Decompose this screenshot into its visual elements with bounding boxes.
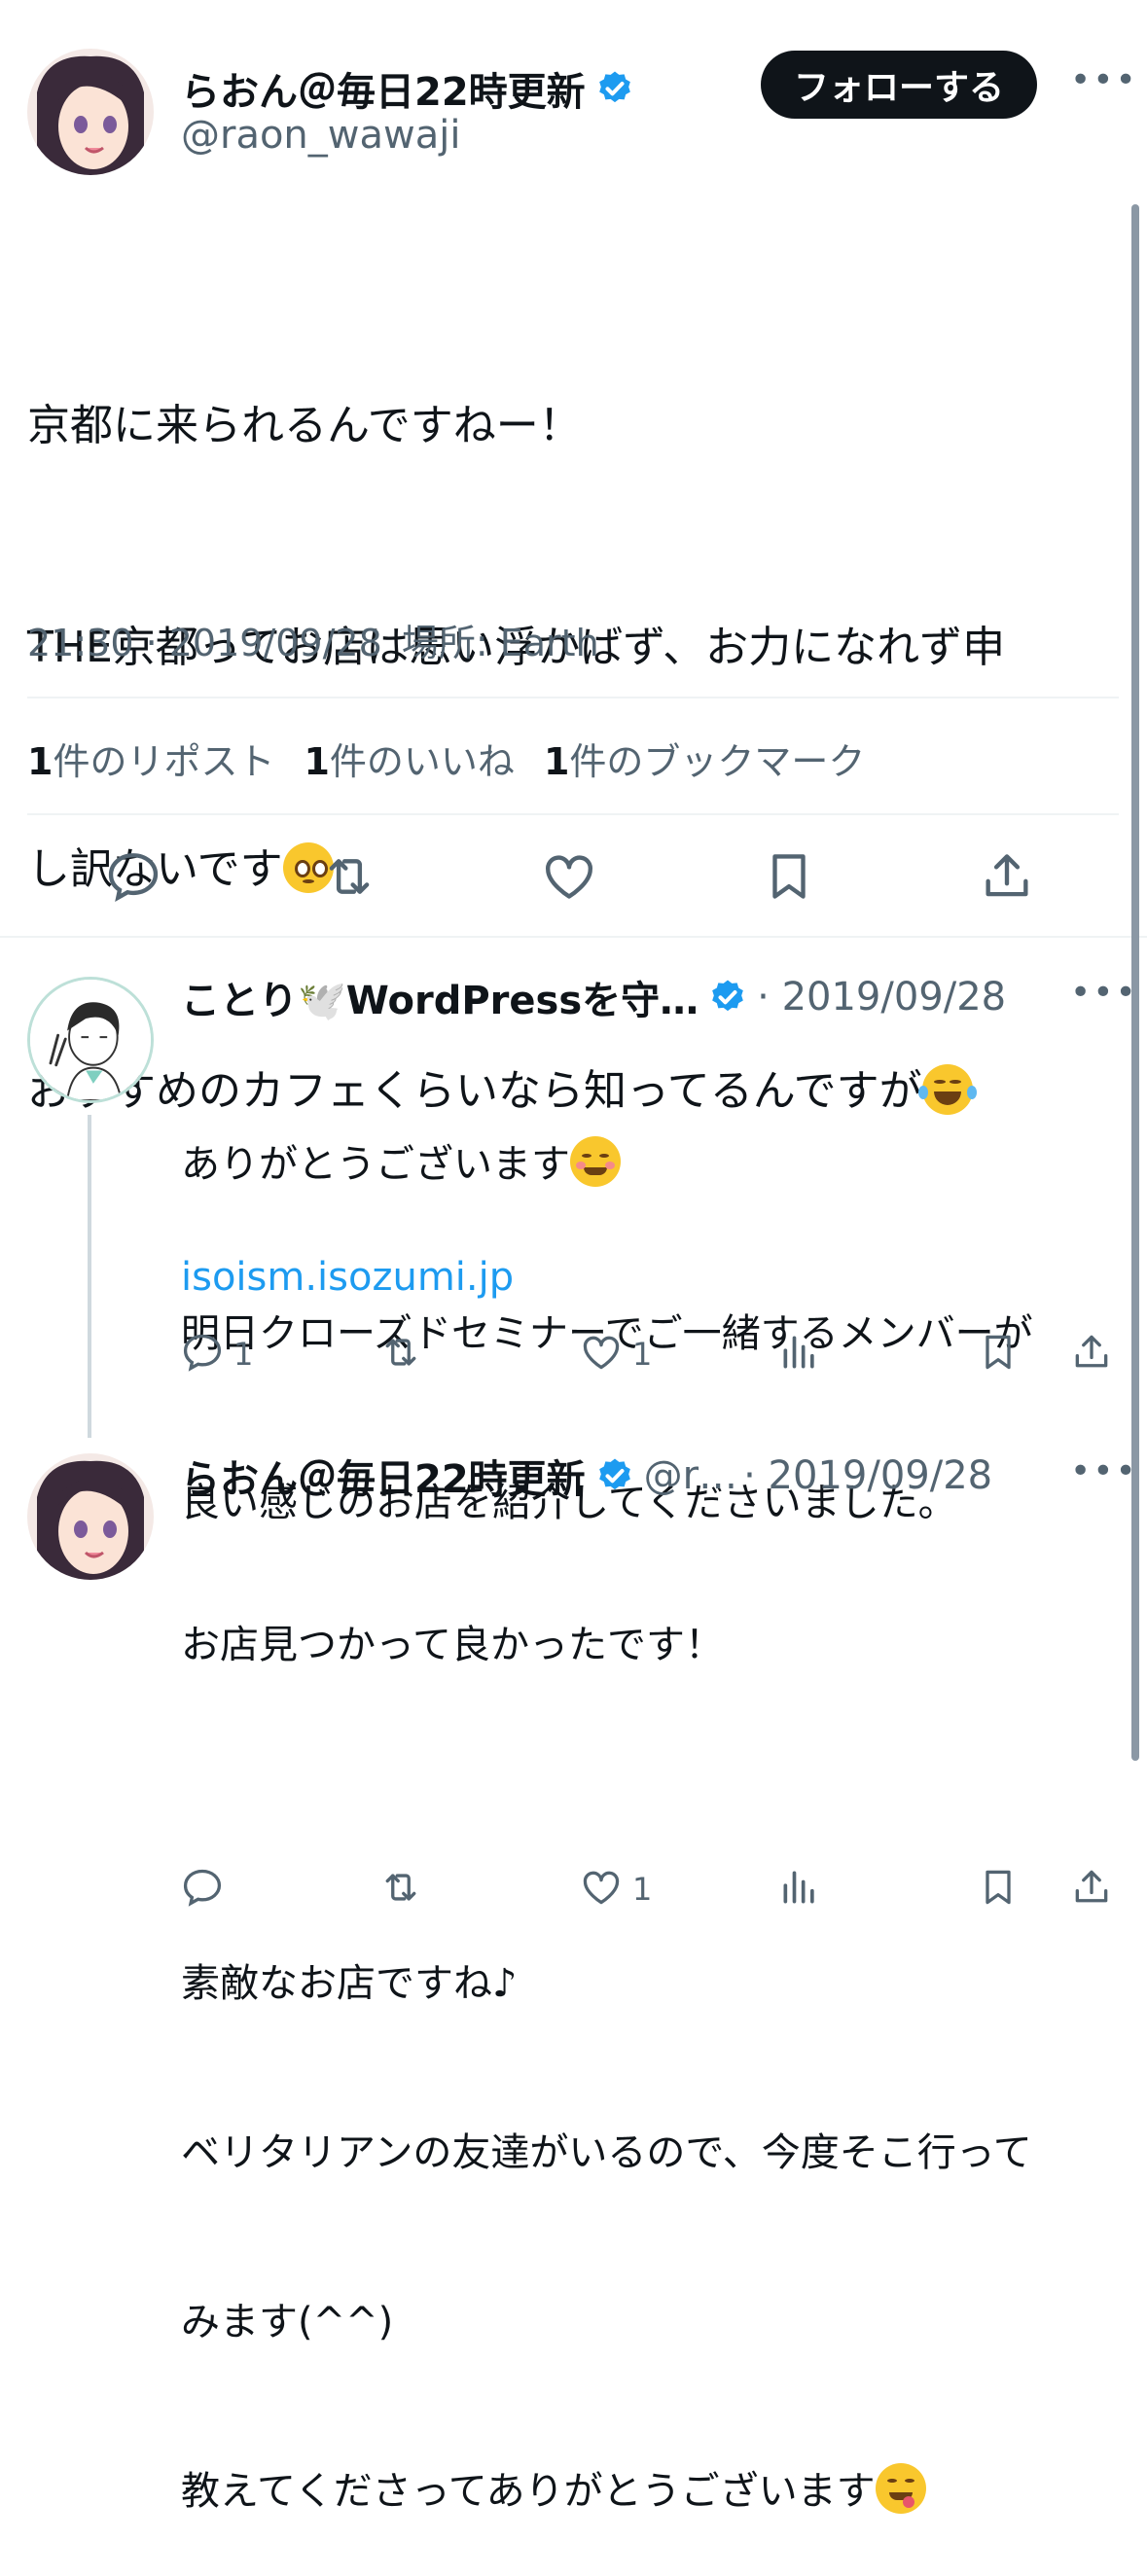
reply-line: 素敵なお店ですね♪: [181, 1961, 518, 2006]
share-icon[interactable]: [979, 848, 1035, 909]
verified-badge-icon: [708, 978, 747, 1017]
reposts-stat[interactable]: 1件のリポスト: [27, 732, 274, 785]
repost-icon[interactable]: [379, 1331, 422, 1377]
avatar-kotori[interactable]: [27, 977, 154, 1103]
like-icon: [580, 1866, 623, 1913]
reply-line-with-emoji: ありがとうございます: [181, 1136, 1115, 1193]
reply-count: 1: [233, 1336, 254, 1373]
reply-icon[interactable]: [105, 848, 161, 909]
share-icon[interactable]: [1070, 1866, 1113, 1913]
like-icon[interactable]: [541, 848, 597, 909]
reply-line-with-emoji: 教えてくださってありがとうございます: [181, 2463, 1115, 2520]
like-count: 1: [632, 1871, 653, 1908]
reply-link[interactable]: isoism.isozumi.jp: [181, 1255, 514, 1300]
reply-line: お店見つかって良かったです！: [181, 1623, 724, 1667]
reply-icon[interactable]: [181, 1866, 224, 1913]
like-button[interactable]: 1: [580, 1866, 652, 1913]
scrollbar[interactable]: [1131, 204, 1139, 1761]
reply-author-name[interactable]: ことり🕊️WordPressを守…: [181, 969, 699, 1025]
avatar-raon[interactable]: [27, 49, 154, 175]
repost-icon[interactable]: [379, 1866, 422, 1913]
like-button[interactable]: 1: [580, 1331, 652, 1377]
views-icon[interactable]: [778, 1331, 821, 1377]
tweet-line: 京都に来られるんですねー！: [27, 401, 582, 450]
reply-line: ベリタリアンの友達がいるので、今度そこ行って: [181, 2130, 1032, 2175]
thread-line: [88, 1115, 91, 1438]
reply-button[interactable]: 1: [181, 1331, 253, 1377]
follow-button[interactable]: フォローする: [761, 51, 1038, 119]
verified-badge-icon: [595, 69, 634, 108]
divider: [27, 697, 1119, 698]
smiling-face-emoji: [570, 1136, 621, 1187]
author-handle[interactable]: @raon_wawaji: [181, 113, 460, 158]
like-count: 1: [632, 1336, 653, 1373]
reply-line: [181, 1786, 1115, 1843]
bookmark-icon[interactable]: [977, 1331, 1020, 1377]
author-name[interactable]: らおん＠毎日22時更新: [181, 60, 586, 117]
reply-author-name[interactable]: らおん＠毎日22時更新: [181, 1448, 586, 1504]
more-icon[interactable]: •••: [1070, 973, 1138, 1013]
tweet-time[interactable]: 21:30 · 2019/09/28: [27, 622, 382, 664]
like-icon: [580, 1331, 623, 1377]
bookmark-icon[interactable]: [977, 1866, 1020, 1913]
divider: [27, 813, 1119, 815]
avatar-raon[interactable]: [27, 1453, 154, 1580]
more-icon[interactable]: •••: [1070, 1451, 1138, 1491]
tweet-meta: 21:30 · 2019/09/28 場所: Earth: [27, 613, 599, 666]
reply-date[interactable]: · 2019/09/28: [743, 1453, 992, 1498]
reply-date[interactable]: · 2019/09/28: [757, 975, 1006, 1020]
bookmarks-stat[interactable]: 1件のブックマーク: [544, 732, 865, 785]
tweet-stats: 1件のリポスト 1件のいいね 1件のブックマーク: [27, 732, 865, 785]
reply-line: みます(^^): [181, 2300, 394, 2344]
reply-icon: [181, 1331, 224, 1377]
yum-face-emoji: [875, 2463, 926, 2514]
reply-text: お店見つかって良かったです！ 素敵なお店ですね♪ ベリタリアンの友達がいるので、…: [181, 1504, 1115, 2576]
more-icon[interactable]: •••: [1070, 60, 1138, 100]
verified-badge-icon: [595, 1456, 634, 1495]
reply-handle[interactable]: @r…: [644, 1453, 737, 1498]
divider: [0, 936, 1147, 938]
repost-icon[interactable]: [321, 848, 377, 909]
share-icon[interactable]: [1070, 1331, 1113, 1377]
bookmark-icon[interactable]: [761, 848, 817, 909]
views-icon[interactable]: [778, 1866, 821, 1913]
tweet-location[interactable]: 場所: Earth: [402, 622, 599, 664]
likes-stat[interactable]: 1件のいいね: [304, 732, 514, 785]
